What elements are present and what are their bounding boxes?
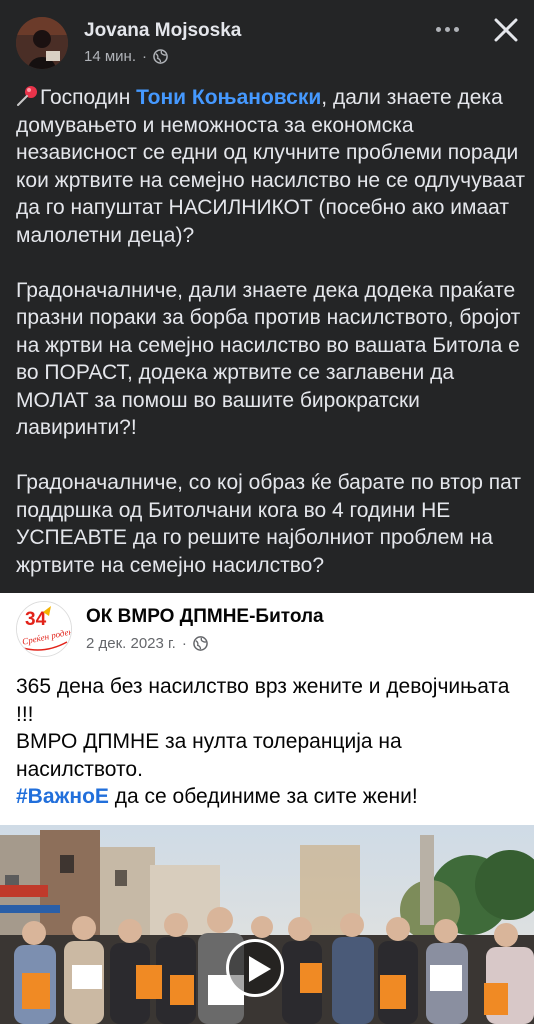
pushpin-icon <box>17 86 37 106</box>
video-thumbnail[interactable] <box>0 825 534 1024</box>
post-paragraph-2: Градоначалниче, дали знаете дека додека … <box>16 278 521 440</box>
meta-separator: · <box>142 48 147 65</box>
post-paragraph-3: Градоначалниче, со кој образ ќе барате п… <box>16 471 522 577</box>
post-paragraph-1: Господин Тони Коњановски, дали знаете де… <box>16 86 526 247</box>
hashtag-link[interactable]: #ВажноЕ <box>16 785 109 808</box>
mention-link[interactable]: Тони Коњановски <box>136 86 321 109</box>
shared-line-1: 365 дена без насилство врз жените и дево… <box>16 675 510 726</box>
shared-text: 365 дена без насилство врз жените и дево… <box>16 673 521 811</box>
shared-meta: 2 дек. 2023 г. · <box>86 635 208 652</box>
post-meta: 14 мин. · <box>84 48 168 65</box>
page-logo[interactable]: 34 Среќен роденден! <box>16 601 72 657</box>
author-avatar[interactable] <box>16 17 68 69</box>
post-text: Господин Тони Коњановски, дали знаете де… <box>16 84 526 607</box>
shared-line-3: #ВажноЕ да се обединиме за сите жени! <box>16 785 418 808</box>
post-time[interactable]: 14 мин. <box>84 48 136 65</box>
shared-date[interactable]: 2 дек. 2023 г. <box>86 635 176 652</box>
close-icon[interactable] <box>488 12 524 48</box>
post-header: Jovana Mojsoska 14 мин. · <box>0 0 534 78</box>
shared-post[interactable]: 34 Среќен роденден! ОК ВМРО ДПМНЕ-Битола… <box>0 593 534 1024</box>
globe-icon <box>153 49 168 64</box>
page-name[interactable]: ОК ВМРО ДПМНЕ-Битола <box>86 606 324 628</box>
shared-line-2: ВМРО ДПМНЕ за нулта толеранција на насил… <box>16 730 402 781</box>
more-icon[interactable] <box>428 17 466 41</box>
play-icon[interactable] <box>226 939 284 997</box>
author-name[interactable]: Jovana Mojsoska <box>84 20 241 42</box>
globe-icon <box>193 636 208 651</box>
